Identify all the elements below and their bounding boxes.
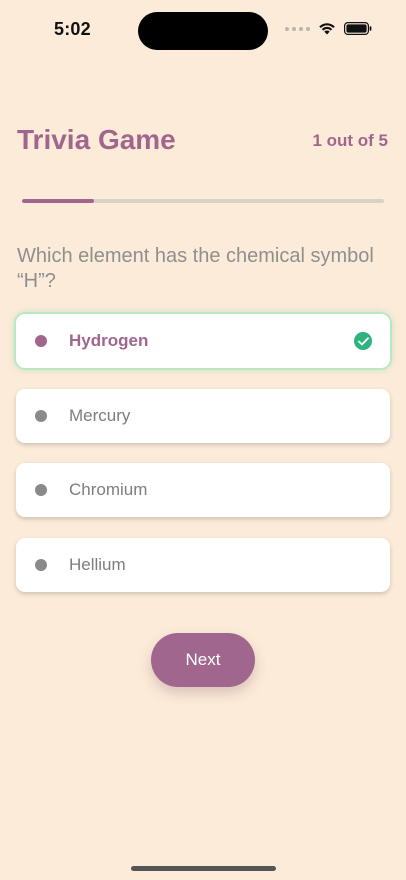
trivia-screen: 5:02 Trivia Game 1 out of 5 Which elemen… (0, 0, 406, 880)
answer-option-3[interactable]: Chromium (16, 463, 390, 517)
dynamic-island (138, 12, 268, 50)
signal-dots-icon (285, 26, 310, 31)
status-time: 5:02 (54, 19, 91, 39)
home-indicator (131, 866, 276, 871)
answer-label: Hydrogen (69, 331, 149, 350)
answer-options: Hydrogen Mercury Chromium Hellium (16, 314, 390, 612)
progress-bar-fill (22, 199, 95, 203)
bullet-icon (35, 409, 47, 422)
checkmark-icon (354, 332, 372, 350)
status-icons (285, 22, 372, 35)
answer-option-1[interactable]: Hydrogen (16, 314, 390, 368)
wifi-icon (319, 23, 335, 35)
answer-label: Chromium (69, 480, 148, 499)
question-text: Which element has the chemical symbol “H… (17, 245, 374, 292)
page-title: Trivia Game (17, 124, 176, 155)
battery-icon (344, 22, 372, 35)
bullet-icon (35, 335, 47, 347)
progress-bar (22, 199, 384, 203)
answer-option-4[interactable]: Hellium (16, 537, 390, 592)
next-button[interactable]: Next (151, 633, 255, 687)
bullet-icon (35, 484, 47, 496)
answer-option-2[interactable]: Mercury (16, 388, 390, 443)
bullet-icon (35, 558, 47, 571)
progress-counter: 1 out of 5 (312, 131, 388, 150)
answer-label: Mercury (69, 405, 131, 425)
answer-label: Hellium (69, 554, 126, 574)
